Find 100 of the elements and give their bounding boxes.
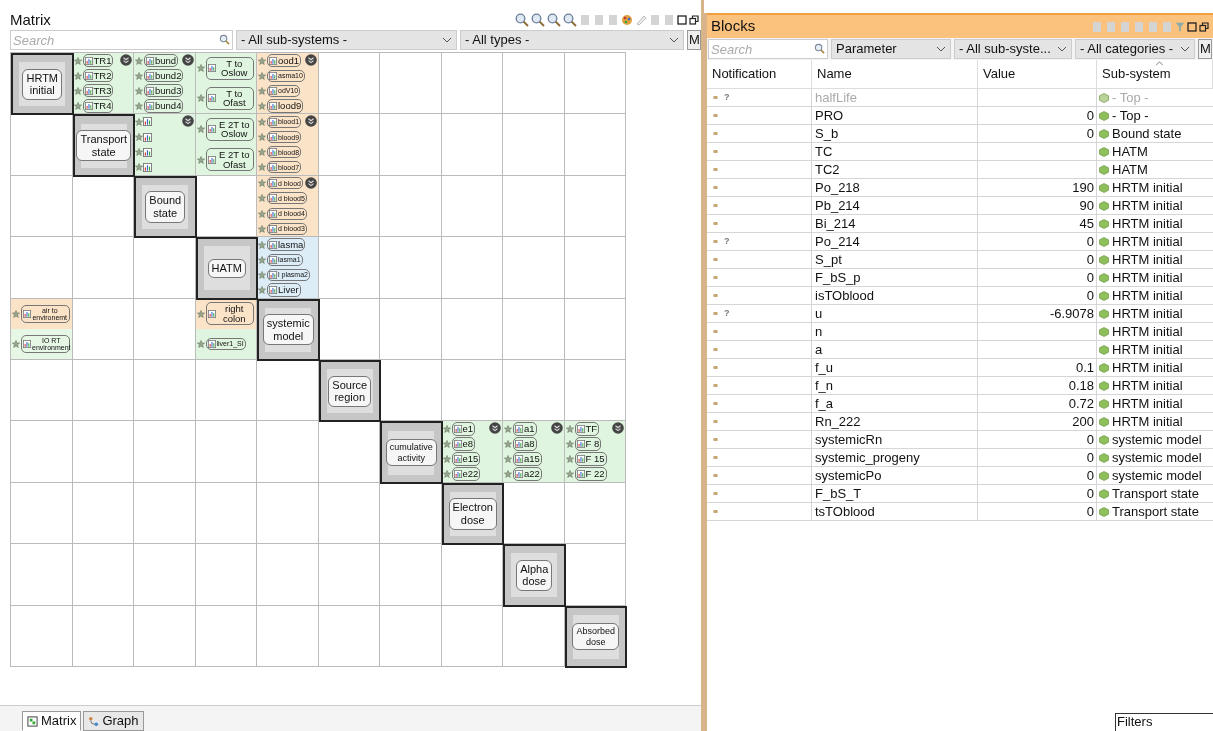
maximize-icon[interactable]: [1187, 21, 1197, 32]
link-chip[interactable]: e1: [451, 422, 476, 436]
chip-label: e15: [462, 454, 479, 464]
filter-dropdown[interactable]: - All types -: [460, 30, 685, 50]
link-chip[interactable]: bund3: [144, 84, 184, 98]
subsystem-cell: HRTM initial: [1112, 359, 1183, 376]
module-block[interactable]: cumulative activity: [380, 421, 443, 484]
chart-icon: [453, 440, 462, 448]
link-chip[interactable]: e22: [451, 467, 481, 481]
palette-icon[interactable]: [621, 14, 633, 26]
zoom-icon[interactable]: [515, 13, 529, 27]
module-block[interactable]: HATM: [195, 237, 258, 300]
more-button[interactable]: M: [687, 30, 701, 50]
chart-icon: [515, 440, 523, 448]
restore-icon[interactable]: [1199, 21, 1209, 32]
link-chip[interactable]: lood9: [267, 99, 304, 113]
expand-icon[interactable]: [489, 422, 501, 435]
zoom-out-icon[interactable]: [563, 13, 577, 27]
link-chip[interactable]: bund: [144, 53, 179, 68]
notification-text: ?: [724, 91, 730, 104]
subsystem-cell: HRTM initial: [1112, 179, 1183, 196]
link-chip[interactable]: ood1: [267, 53, 302, 68]
matrix-cell: [380, 114, 442, 176]
link-chip[interactable]: T to Ofast: [205, 86, 254, 110]
link-chip[interactable]: TR2: [82, 68, 114, 83]
link-chip[interactable]: a22: [513, 467, 542, 481]
star-icon: [258, 240, 266, 249]
link-chip[interactable]: lasma: [267, 237, 306, 252]
module-block[interactable]: Source region: [318, 359, 381, 423]
chip-label: a1: [524, 424, 535, 434]
link-chip[interactable]: a8: [513, 437, 537, 451]
link-chip[interactable]: bund4: [144, 99, 184, 113]
module-label[interactable]: HATM: [207, 259, 246, 278]
filter-dropdown[interactable]: Parameter: [831, 39, 951, 59]
module-block[interactable]: Transport state: [72, 114, 135, 177]
search-field[interactable]: Search: [10, 30, 233, 50]
module-block[interactable]: Absorbed dose: [564, 605, 627, 668]
zoom-fit-icon[interactable]: [531, 13, 545, 27]
link-chip[interactable]: TR4: [82, 99, 114, 113]
name-cell: tsTOblood: [812, 503, 978, 520]
link-chip[interactable]: TR1: [82, 53, 114, 68]
view-tab[interactable]: Graph: [83, 711, 144, 731]
link-chip[interactable]: TF: [574, 422, 600, 436]
module-label[interactable]: HRTM initial: [22, 68, 63, 100]
star-icon: [442, 455, 451, 464]
link-chip[interactable]: F 22: [574, 467, 607, 481]
matrix-cell: [441, 298, 503, 360]
link-chip[interactable]: Liver: [267, 283, 301, 297]
link-chip[interactable]: a1: [513, 422, 537, 436]
filters-tab[interactable]: Filters: [1115, 713, 1213, 731]
module-label[interactable]: Electron dose: [448, 498, 497, 530]
expand-icon[interactable]: [304, 54, 317, 66]
filter-dropdown[interactable]: - All sub-syste...: [954, 39, 1072, 59]
maximize-icon[interactable]: [677, 15, 687, 25]
link-chip[interactable]: e8: [451, 437, 476, 451]
link-chip[interactable]: right colon: [205, 302, 254, 326]
expand-icon[interactable]: [550, 422, 563, 435]
module-label[interactable]: Source region: [328, 375, 372, 407]
expand-icon[interactable]: [304, 176, 317, 189]
restore-icon[interactable]: [689, 15, 699, 25]
more-button[interactable]: M: [1198, 39, 1212, 59]
column-header[interactable]: Name: [812, 60, 978, 88]
column-header[interactable]: Notification: [707, 60, 812, 88]
search-field[interactable]: Search: [708, 39, 828, 59]
link-chip[interactable]: E 2T to Oslow: [205, 118, 254, 141]
chip-label: bund3: [155, 86, 182, 96]
module-label[interactable]: Alpha dose: [516, 559, 553, 591]
expand-icon[interactable]: [304, 115, 317, 128]
matrix-cell: [564, 175, 626, 238]
filter-dropdown[interactable]: - All categories -: [1075, 39, 1195, 59]
link-chip[interactable]: a15: [513, 452, 542, 466]
star-icon: [258, 117, 266, 126]
module-block[interactable]: Alpha dose: [503, 544, 566, 607]
filter-dropdown[interactable]: - All sub-systems -: [236, 30, 458, 50]
view-tab[interactable]: Matrix: [22, 711, 82, 731]
module-label[interactable]: systemic model: [262, 314, 314, 346]
module-block[interactable]: Bound state: [134, 175, 197, 239]
link-chip[interactable]: e15: [451, 452, 481, 466]
expand-icon[interactable]: [120, 54, 132, 66]
zoom-in-icon[interactable]: [547, 13, 561, 27]
link-chip[interactable]: E 2T to Ofast: [205, 148, 254, 172]
column-header[interactable]: Value: [978, 60, 1097, 88]
module-label[interactable]: cumulative activity: [385, 439, 437, 466]
column-header[interactable]: Sub-system: [1097, 60, 1213, 88]
star-icon: [73, 71, 82, 80]
module-label[interactable]: Bound state: [145, 191, 186, 223]
module-label[interactable]: Transport state: [76, 129, 132, 162]
expand-icon[interactable]: [181, 115, 194, 128]
link-chip[interactable]: TR3: [82, 84, 114, 98]
module-label[interactable]: Absorbed dose: [572, 623, 619, 651]
expand-icon[interactable]: [612, 422, 624, 435]
module-block[interactable]: HRTM initial: [11, 53, 74, 116]
link-chip[interactable]: T to Oslow: [205, 56, 254, 80]
expand-icon[interactable]: [181, 54, 194, 66]
cube-icon: [1099, 362, 1109, 373]
link-chip[interactable]: bund2: [144, 68, 184, 83]
link-chip[interactable]: F 15: [574, 452, 607, 466]
module-block[interactable]: Electron dose: [441, 482, 504, 546]
link-chip[interactable]: F 8: [574, 437, 602, 451]
module-block[interactable]: systemic model: [257, 298, 320, 361]
